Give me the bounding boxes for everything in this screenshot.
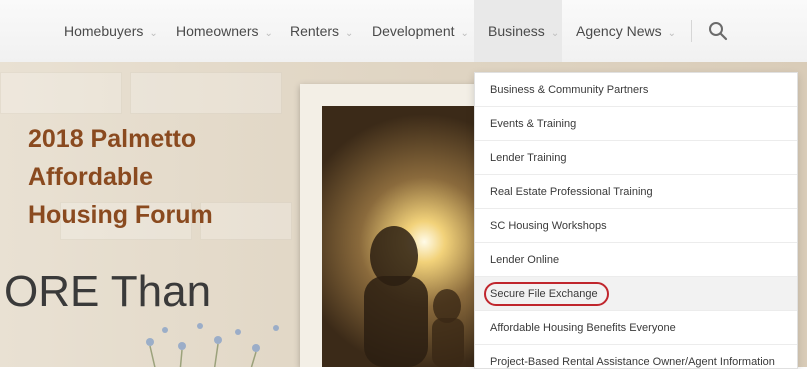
menu-item-label: Project-Based Rental Assistance Owner/Ag… bbox=[490, 356, 775, 368]
flowers-decoration bbox=[130, 312, 300, 367]
nav-label: Development bbox=[372, 23, 455, 39]
menu-item-label: Real Estate Professional Training bbox=[490, 186, 653, 198]
nav-item-agency-news[interactable]: Agency News ⌄ bbox=[576, 0, 676, 62]
nav-item-renters[interactable]: Renters ⌄ bbox=[290, 0, 353, 62]
nav-item-development[interactable]: Development ⌄ bbox=[372, 0, 469, 62]
search-icon[interactable] bbox=[707, 20, 729, 42]
chevron-down-icon: ⌄ bbox=[550, 28, 560, 39]
brick-texture bbox=[130, 72, 282, 114]
nav-divider bbox=[691, 20, 692, 42]
menu-item-project-based-rental-assistance[interactable]: Project-Based Rental Assistance Owner/Ag… bbox=[475, 345, 797, 368]
menu-item-label: Lender Online bbox=[490, 254, 560, 266]
nav-label: Agency News bbox=[576, 23, 662, 39]
nav-item-homeowners[interactable]: Homeowners ⌄ bbox=[176, 0, 273, 62]
menu-item-secure-file-exchange[interactable]: Secure File Exchange bbox=[475, 277, 797, 311]
menu-item-label: Events & Training bbox=[490, 118, 577, 130]
menu-item-real-estate-professional-training[interactable]: Real Estate Professional Training bbox=[475, 175, 797, 209]
business-dropdown-menu: Business & Community Partners Events & T… bbox=[474, 72, 798, 369]
chevron-down-icon: ⌄ bbox=[149, 28, 158, 39]
nav-item-business[interactable]: Business ⌄ bbox=[474, 0, 562, 62]
menu-item-label: SC Housing Workshops bbox=[490, 220, 607, 232]
tagline-fragment: ORE Than bbox=[4, 267, 212, 316]
menu-item-label: Secure File Exchange bbox=[490, 288, 598, 300]
menu-item-label: Business & Community Partners bbox=[490, 84, 649, 96]
brick-texture bbox=[0, 72, 122, 114]
menu-item-label: Affordable Housing Benefits Everyone bbox=[490, 322, 676, 334]
menu-item-label: Lender Training bbox=[490, 152, 567, 164]
menu-item-business-community-partners[interactable]: Business & Community Partners bbox=[475, 73, 797, 107]
menu-item-lender-training[interactable]: Lender Training bbox=[475, 141, 797, 175]
chevron-down-icon: ⌄ bbox=[667, 28, 676, 39]
menu-item-sc-housing-workshops[interactable]: SC Housing Workshops bbox=[475, 209, 797, 243]
nav-label: Business bbox=[488, 23, 545, 39]
forum-title: 2018 Palmetto Affordable Housing Forum bbox=[28, 120, 213, 234]
nav-label: Homeowners bbox=[176, 23, 259, 39]
menu-item-events-training[interactable]: Events & Training bbox=[475, 107, 797, 141]
nav-item-homebuyers[interactable]: Homebuyers ⌄ bbox=[64, 0, 158, 62]
brick-texture bbox=[200, 202, 292, 240]
forum-title-line: 2018 Palmetto bbox=[28, 125, 197, 153]
forum-title-line: Affordable bbox=[28, 163, 153, 191]
nav-label: Homebuyers bbox=[64, 23, 144, 39]
nav-label: Renters bbox=[290, 23, 340, 39]
main-navigation: Homebuyers ⌄ Homeowners ⌄ Renters ⌄ Develop… bbox=[0, 0, 807, 63]
menu-item-lender-online[interactable]: Lender Online bbox=[475, 243, 797, 277]
forum-title-line: Housing Forum bbox=[28, 201, 213, 229]
menu-item-affordable-housing-benefits[interactable]: Affordable Housing Benefits Everyone bbox=[475, 311, 797, 345]
family-photo bbox=[322, 106, 477, 367]
chevron-down-icon: ⌄ bbox=[460, 28, 469, 39]
chevron-down-icon: ⌄ bbox=[345, 28, 354, 39]
chevron-down-icon: ⌄ bbox=[264, 28, 273, 39]
